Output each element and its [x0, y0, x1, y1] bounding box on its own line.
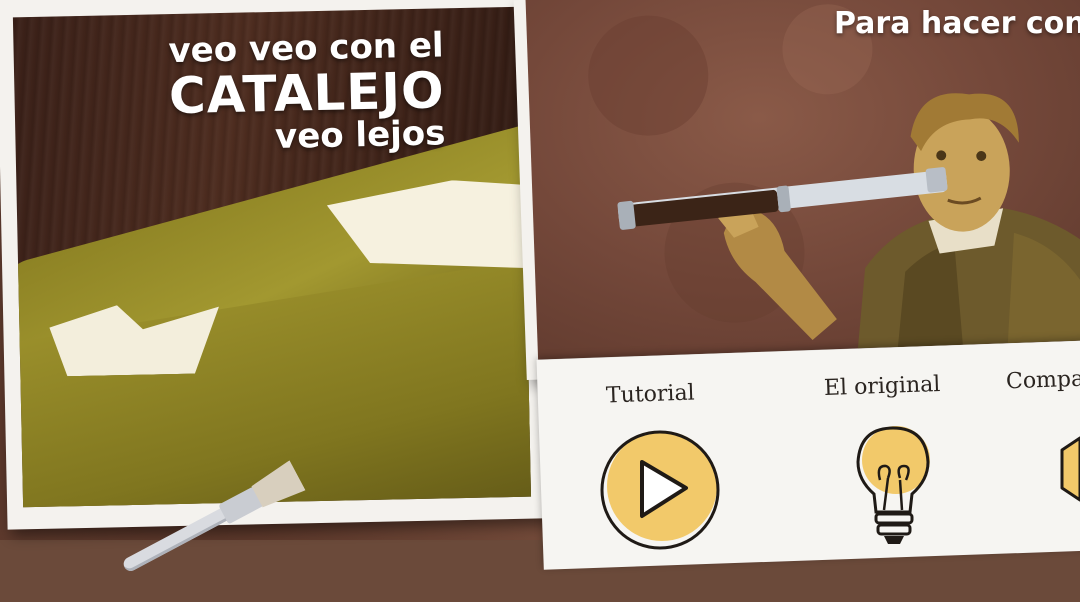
- right-photo-title: Para hacer con: [834, 6, 1080, 41]
- play-tutorial-button[interactable]: [594, 424, 724, 554]
- brush-handle: [121, 504, 234, 574]
- play-icon: [600, 430, 720, 550]
- tutorial-link-label[interactable]: Tutorial: [606, 380, 695, 408]
- lightbulb-icon: [856, 426, 930, 544]
- share-icon: [1060, 436, 1080, 502]
- right-photo-card: [513, 0, 1080, 381]
- original-link-label[interactable]: El original: [824, 372, 941, 401]
- photo-title: veo veo con el CATALEJO veo lejos: [13, 25, 446, 161]
- portrait-illustration: [588, 4, 1080, 349]
- share-button[interactable]: [1052, 430, 1080, 520]
- original-lightbulb-button[interactable]: [848, 420, 938, 550]
- portrait-photo: [525, 0, 1080, 360]
- share-link-label[interactable]: Compa: [1006, 367, 1080, 395]
